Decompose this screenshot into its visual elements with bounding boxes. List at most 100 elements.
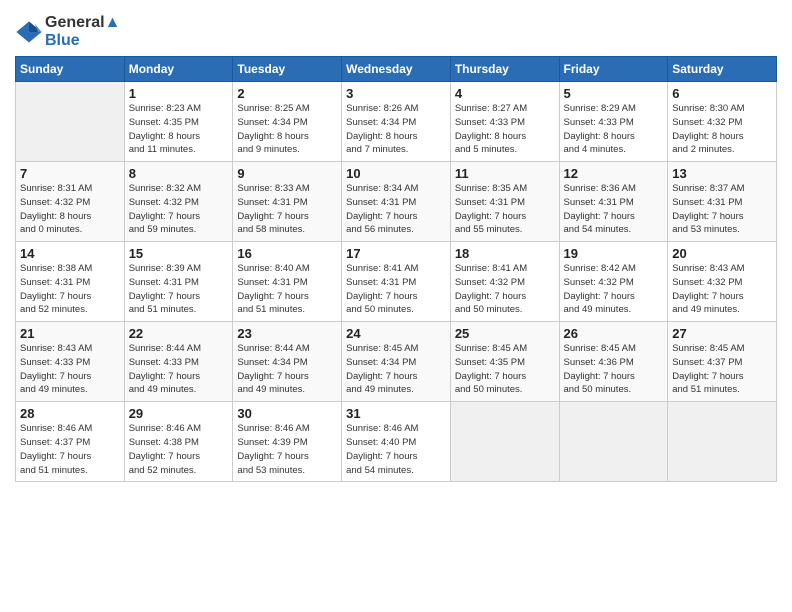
- calendar-cell: [668, 402, 777, 482]
- calendar-cell: 25Sunrise: 8:45 AM Sunset: 4:35 PM Dayli…: [450, 322, 559, 402]
- calendar-cell: 27Sunrise: 8:45 AM Sunset: 4:37 PM Dayli…: [668, 322, 777, 402]
- day-number: 13: [672, 166, 772, 181]
- calendar-cell: 12Sunrise: 8:36 AM Sunset: 4:31 PM Dayli…: [559, 162, 668, 242]
- day-number: 30: [237, 406, 337, 421]
- day-info: Sunrise: 8:37 AM Sunset: 4:31 PM Dayligh…: [672, 182, 772, 237]
- day-number: 3: [346, 86, 446, 101]
- calendar-week-row: 14Sunrise: 8:38 AM Sunset: 4:31 PM Dayli…: [16, 242, 777, 322]
- calendar-cell: 29Sunrise: 8:46 AM Sunset: 4:38 PM Dayli…: [124, 402, 233, 482]
- calendar-header-row: SundayMondayTuesdayWednesdayThursdayFrid…: [16, 57, 777, 82]
- calendar-cell: 20Sunrise: 8:43 AM Sunset: 4:32 PM Dayli…: [668, 242, 777, 322]
- calendar-week-row: 1Sunrise: 8:23 AM Sunset: 4:35 PM Daylig…: [16, 82, 777, 162]
- day-number: 16: [237, 246, 337, 261]
- calendar-cell: [16, 82, 125, 162]
- calendar-cell: 17Sunrise: 8:41 AM Sunset: 4:31 PM Dayli…: [342, 242, 451, 322]
- calendar-cell: 5Sunrise: 8:29 AM Sunset: 4:33 PM Daylig…: [559, 82, 668, 162]
- day-number: 6: [672, 86, 772, 101]
- calendar-cell: 3Sunrise: 8:26 AM Sunset: 4:34 PM Daylig…: [342, 82, 451, 162]
- logo-text: General▲ Blue: [45, 14, 120, 50]
- weekday-header-thursday: Thursday: [450, 57, 559, 82]
- day-info: Sunrise: 8:40 AM Sunset: 4:31 PM Dayligh…: [237, 262, 337, 317]
- day-info: Sunrise: 8:25 AM Sunset: 4:34 PM Dayligh…: [237, 102, 337, 157]
- calendar-cell: 7Sunrise: 8:31 AM Sunset: 4:32 PM Daylig…: [16, 162, 125, 242]
- day-number: 26: [564, 326, 664, 341]
- calendar-cell: 26Sunrise: 8:45 AM Sunset: 4:36 PM Dayli…: [559, 322, 668, 402]
- day-info: Sunrise: 8:46 AM Sunset: 4:37 PM Dayligh…: [20, 422, 120, 477]
- day-number: 8: [129, 166, 229, 181]
- calendar-cell: 1Sunrise: 8:23 AM Sunset: 4:35 PM Daylig…: [124, 82, 233, 162]
- calendar-week-row: 21Sunrise: 8:43 AM Sunset: 4:33 PM Dayli…: [16, 322, 777, 402]
- day-info: Sunrise: 8:44 AM Sunset: 4:34 PM Dayligh…: [237, 342, 337, 397]
- calendar-cell: 18Sunrise: 8:41 AM Sunset: 4:32 PM Dayli…: [450, 242, 559, 322]
- day-number: 17: [346, 246, 446, 261]
- calendar-week-row: 7Sunrise: 8:31 AM Sunset: 4:32 PM Daylig…: [16, 162, 777, 242]
- weekday-header-friday: Friday: [559, 57, 668, 82]
- page-container: General▲ Blue SundayMondayTuesdayWednesd…: [0, 0, 792, 492]
- logo-icon: [15, 18, 43, 46]
- weekday-header-wednesday: Wednesday: [342, 57, 451, 82]
- day-number: 24: [346, 326, 446, 341]
- calendar-cell: 30Sunrise: 8:46 AM Sunset: 4:39 PM Dayli…: [233, 402, 342, 482]
- day-info: Sunrise: 8:45 AM Sunset: 4:35 PM Dayligh…: [455, 342, 555, 397]
- day-number: 18: [455, 246, 555, 261]
- day-number: 11: [455, 166, 555, 181]
- calendar-cell: 9Sunrise: 8:33 AM Sunset: 4:31 PM Daylig…: [233, 162, 342, 242]
- day-number: 29: [129, 406, 229, 421]
- day-info: Sunrise: 8:34 AM Sunset: 4:31 PM Dayligh…: [346, 182, 446, 237]
- calendar-cell: 16Sunrise: 8:40 AM Sunset: 4:31 PM Dayli…: [233, 242, 342, 322]
- day-info: Sunrise: 8:44 AM Sunset: 4:33 PM Dayligh…: [129, 342, 229, 397]
- calendar-cell: 31Sunrise: 8:46 AM Sunset: 4:40 PM Dayli…: [342, 402, 451, 482]
- calendar-cell: 10Sunrise: 8:34 AM Sunset: 4:31 PM Dayli…: [342, 162, 451, 242]
- logo: General▲ Blue: [15, 14, 120, 50]
- calendar-table: SundayMondayTuesdayWednesdayThursdayFrid…: [15, 56, 777, 482]
- calendar-cell: [450, 402, 559, 482]
- day-number: 4: [455, 86, 555, 101]
- day-number: 9: [237, 166, 337, 181]
- day-number: 23: [237, 326, 337, 341]
- day-info: Sunrise: 8:36 AM Sunset: 4:31 PM Dayligh…: [564, 182, 664, 237]
- calendar-cell: 22Sunrise: 8:44 AM Sunset: 4:33 PM Dayli…: [124, 322, 233, 402]
- day-info: Sunrise: 8:43 AM Sunset: 4:32 PM Dayligh…: [672, 262, 772, 317]
- day-number: 20: [672, 246, 772, 261]
- calendar-cell: 13Sunrise: 8:37 AM Sunset: 4:31 PM Dayli…: [668, 162, 777, 242]
- day-number: 5: [564, 86, 664, 101]
- day-number: 10: [346, 166, 446, 181]
- day-info: Sunrise: 8:41 AM Sunset: 4:31 PM Dayligh…: [346, 262, 446, 317]
- day-number: 14: [20, 246, 120, 261]
- day-number: 2: [237, 86, 337, 101]
- weekday-header-monday: Monday: [124, 57, 233, 82]
- header: General▲ Blue: [15, 10, 777, 50]
- day-info: Sunrise: 8:27 AM Sunset: 4:33 PM Dayligh…: [455, 102, 555, 157]
- day-number: 25: [455, 326, 555, 341]
- calendar-cell: 28Sunrise: 8:46 AM Sunset: 4:37 PM Dayli…: [16, 402, 125, 482]
- day-info: Sunrise: 8:45 AM Sunset: 4:34 PM Dayligh…: [346, 342, 446, 397]
- calendar-cell: 23Sunrise: 8:44 AM Sunset: 4:34 PM Dayli…: [233, 322, 342, 402]
- calendar-cell: 15Sunrise: 8:39 AM Sunset: 4:31 PM Dayli…: [124, 242, 233, 322]
- day-number: 15: [129, 246, 229, 261]
- day-info: Sunrise: 8:46 AM Sunset: 4:38 PM Dayligh…: [129, 422, 229, 477]
- calendar-cell: 19Sunrise: 8:42 AM Sunset: 4:32 PM Dayli…: [559, 242, 668, 322]
- calendar-cell: 6Sunrise: 8:30 AM Sunset: 4:32 PM Daylig…: [668, 82, 777, 162]
- day-number: 12: [564, 166, 664, 181]
- day-info: Sunrise: 8:23 AM Sunset: 4:35 PM Dayligh…: [129, 102, 229, 157]
- day-number: 1: [129, 86, 229, 101]
- day-info: Sunrise: 8:35 AM Sunset: 4:31 PM Dayligh…: [455, 182, 555, 237]
- calendar-week-row: 28Sunrise: 8:46 AM Sunset: 4:37 PM Dayli…: [16, 402, 777, 482]
- calendar-cell: 4Sunrise: 8:27 AM Sunset: 4:33 PM Daylig…: [450, 82, 559, 162]
- calendar-cell: 8Sunrise: 8:32 AM Sunset: 4:32 PM Daylig…: [124, 162, 233, 242]
- day-info: Sunrise: 8:33 AM Sunset: 4:31 PM Dayligh…: [237, 182, 337, 237]
- calendar-cell: 21Sunrise: 8:43 AM Sunset: 4:33 PM Dayli…: [16, 322, 125, 402]
- day-info: Sunrise: 8:41 AM Sunset: 4:32 PM Dayligh…: [455, 262, 555, 317]
- day-info: Sunrise: 8:45 AM Sunset: 4:37 PM Dayligh…: [672, 342, 772, 397]
- day-number: 7: [20, 166, 120, 181]
- day-number: 31: [346, 406, 446, 421]
- calendar-cell: 24Sunrise: 8:45 AM Sunset: 4:34 PM Dayli…: [342, 322, 451, 402]
- weekday-header-sunday: Sunday: [16, 57, 125, 82]
- day-number: 22: [129, 326, 229, 341]
- day-info: Sunrise: 8:32 AM Sunset: 4:32 PM Dayligh…: [129, 182, 229, 237]
- day-number: 28: [20, 406, 120, 421]
- day-number: 21: [20, 326, 120, 341]
- day-info: Sunrise: 8:31 AM Sunset: 4:32 PM Dayligh…: [20, 182, 120, 237]
- day-number: 19: [564, 246, 664, 261]
- day-info: Sunrise: 8:43 AM Sunset: 4:33 PM Dayligh…: [20, 342, 120, 397]
